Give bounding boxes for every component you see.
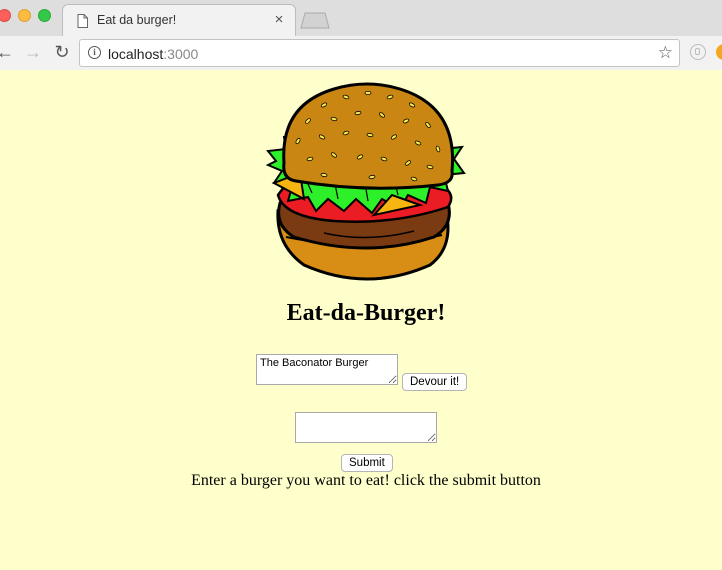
url-text[interactable]: localhost:3000 — [108, 46, 198, 62]
browser-tab[interactable]: Eat da burger! × — [62, 4, 296, 36]
window-minimize-button[interactable] — [18, 9, 31, 22]
instructions-text: Enter a burger you want to eat! click th… — [191, 472, 541, 489]
window-maximize-button[interactable] — [38, 9, 51, 22]
address-bar[interactable]: i localhost:3000 ☆ — [79, 39, 680, 67]
page-content: Eat-da-Burger! The Baconator Burger Devo… — [0, 71, 722, 570]
new-tab-button[interactable] — [300, 12, 330, 29]
tab-strip: Eat da burger! × — [0, 0, 722, 36]
burger-image — [265, 82, 466, 281]
tab-title: Eat da burger! — [97, 13, 177, 27]
window-close-button[interactable] — [0, 9, 11, 22]
extension-orange-icon[interactable] — [716, 44, 722, 60]
back-arrow-icon[interactable]: ← — [0, 40, 16, 64]
new-burger-textarea[interactable] — [295, 412, 437, 443]
reload-icon[interactable]: ↻ — [51, 40, 73, 64]
submit-button[interactable]: Submit — [341, 454, 393, 472]
info-icon[interactable]: i — [88, 46, 101, 59]
devour-button[interactable]: Devour it! — [402, 373, 468, 391]
bookmark-star-icon[interactable]: ☆ — [658, 43, 673, 63]
url-host: localhost — [108, 46, 164, 62]
tab-close-icon[interactable]: × — [271, 11, 287, 28]
forward-arrow-icon[interactable]: → — [22, 40, 44, 64]
extension-icon[interactable] — [690, 44, 706, 60]
browser-chrome: Eat da burger! × ← → ↻ i localhost:3000 … — [0, 0, 722, 70]
url-port: :3000 — [163, 46, 199, 62]
document-icon — [77, 14, 88, 28]
browser-toolbar: ← → ↻ i localhost:3000 ☆ — [0, 36, 722, 70]
page-title: Eat-da-Burger! — [286, 300, 446, 326]
burger-name-textarea[interactable]: The Baconator Burger — [256, 354, 398, 385]
